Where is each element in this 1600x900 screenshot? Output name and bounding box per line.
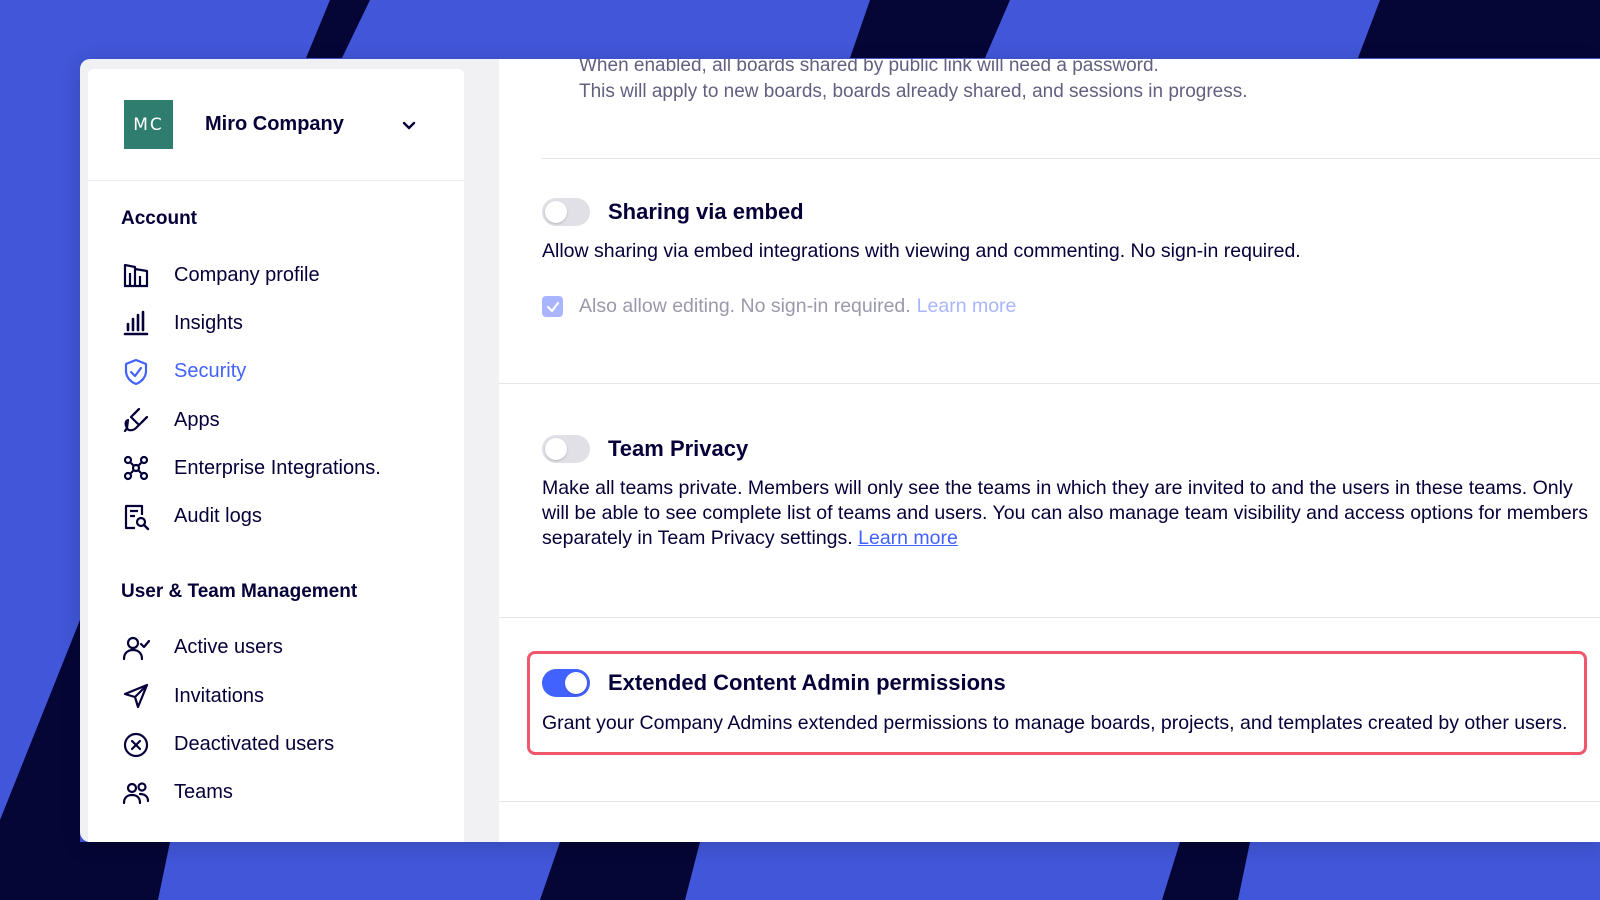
circle-x-icon xyxy=(121,730,151,760)
setting-description: Grant your Company Admins extended permi… xyxy=(542,712,1568,734)
chevron-down-icon[interactable] xyxy=(400,116,418,134)
embed-editing-checkbox-row: Also allow editing. No sign-in required.… xyxy=(542,295,1016,318)
security-settings-panel: When enabled, all boards shared by publi… xyxy=(499,59,1600,842)
sidebar-item-label: Company profile xyxy=(174,263,320,286)
checkbox-label: Also allow editing. No sign-in required. xyxy=(579,295,911,317)
sidebar-item-label: Audit logs xyxy=(174,505,262,528)
user-check-icon xyxy=(121,633,151,663)
team-privacy-desc-line-2: will be able to see complete list of tea… xyxy=(542,502,1588,524)
divider xyxy=(542,158,1600,159)
sidebar-item-insights[interactable]: Insights xyxy=(88,299,464,347)
section-title-user-team-management: User & Team Management xyxy=(121,580,358,602)
password-desc-line-1: When enabled, all boards shared by publi… xyxy=(579,59,1159,76)
setting-title: Sharing via embed xyxy=(608,199,804,224)
shield-check-icon xyxy=(121,357,151,387)
setting-title: Team Privacy xyxy=(608,436,749,461)
setting-description: Make all teams private. Members will onl… xyxy=(542,476,1600,551)
sidebar-item-security[interactable]: Security xyxy=(88,348,464,396)
team-privacy-desc-line-1: Make all teams private. Members will onl… xyxy=(542,477,1573,499)
document-search-icon xyxy=(121,502,151,532)
sidebar-item-label: Apps xyxy=(174,408,220,431)
app-window: MC Miro Company Account Company profile … xyxy=(80,59,1600,842)
sidebar-item-apps[interactable]: Apps xyxy=(88,396,464,444)
team-privacy-desc-text: separately in Team Privacy settings. xyxy=(542,527,853,549)
learn-more-link[interactable]: Learn more xyxy=(917,295,1017,318)
highlight-box xyxy=(527,651,1587,755)
password-setting-description: When enabled, all boards shared by publi… xyxy=(579,59,1248,105)
setting-title-row-embed: Sharing via embed xyxy=(542,198,804,226)
sidebar-item-active-users[interactable]: Active users xyxy=(88,624,464,672)
team-privacy-toggle[interactable] xyxy=(542,435,590,463)
sidebar-item-label: Deactivated users xyxy=(174,733,335,756)
sidebar-item-label: Teams xyxy=(174,781,233,804)
divider xyxy=(499,617,1600,618)
embed-sharing-toggle[interactable] xyxy=(542,198,590,226)
sidebar-item-label: Insights xyxy=(174,311,243,334)
org-name: Miro Company xyxy=(205,113,344,135)
embed-editing-checkbox[interactable] xyxy=(542,296,563,317)
sidebar-item-label: Security xyxy=(174,360,247,383)
setting-title-row-extended-admin: Extended Content Admin permissions xyxy=(542,669,1006,697)
org-avatar: MC xyxy=(124,100,173,149)
org-switcher[interactable]: MC Miro Company xyxy=(88,69,464,181)
users-nav: Active users Invitations Deactivated use… xyxy=(88,624,464,817)
sidebar-item-enterprise-integrations[interactable]: Enterprise Integrations. xyxy=(88,444,464,492)
sidebar-item-teams[interactable]: Teams xyxy=(88,769,464,817)
building-icon xyxy=(121,260,151,290)
divider xyxy=(499,383,1600,384)
network-icon xyxy=(121,453,151,483)
section-title-account: Account xyxy=(121,208,197,229)
setting-title: Extended Content Admin permissions xyxy=(608,670,1006,695)
bar-chart-icon xyxy=(121,308,151,338)
sidebar-item-company-profile[interactable]: Company profile xyxy=(88,251,464,299)
learn-more-link[interactable]: Learn more xyxy=(858,527,958,549)
setting-title-row-team-privacy: Team Privacy xyxy=(542,435,748,463)
account-nav: Company profile Insights Security Apps E… xyxy=(88,251,464,541)
plug-icon xyxy=(121,405,151,435)
users-icon xyxy=(121,778,151,808)
send-icon xyxy=(121,681,151,711)
password-desc-line-2: This will apply to new boards, boards al… xyxy=(579,81,1248,102)
team-privacy-desc-line-3: separately in Team Privacy settings. Lea… xyxy=(542,526,1600,551)
setting-description: Allow sharing via embed integrations wit… xyxy=(542,240,1301,262)
extended-admin-toggle[interactable] xyxy=(542,669,590,697)
sidebar-item-label: Invitations xyxy=(174,684,265,707)
check-icon xyxy=(546,301,559,312)
sidebar-item-label: Active users xyxy=(174,636,283,659)
divider xyxy=(499,801,1600,802)
sidebar-item-invitations[interactable]: Invitations xyxy=(88,672,464,720)
sidebar-item-label: Enterprise Integrations. xyxy=(174,456,381,479)
settings-sidebar: MC Miro Company Account Company profile … xyxy=(88,69,464,842)
sidebar-item-deactivated-users[interactable]: Deactivated users xyxy=(88,720,464,768)
sidebar-item-audit-logs[interactable]: Audit logs xyxy=(88,492,464,540)
